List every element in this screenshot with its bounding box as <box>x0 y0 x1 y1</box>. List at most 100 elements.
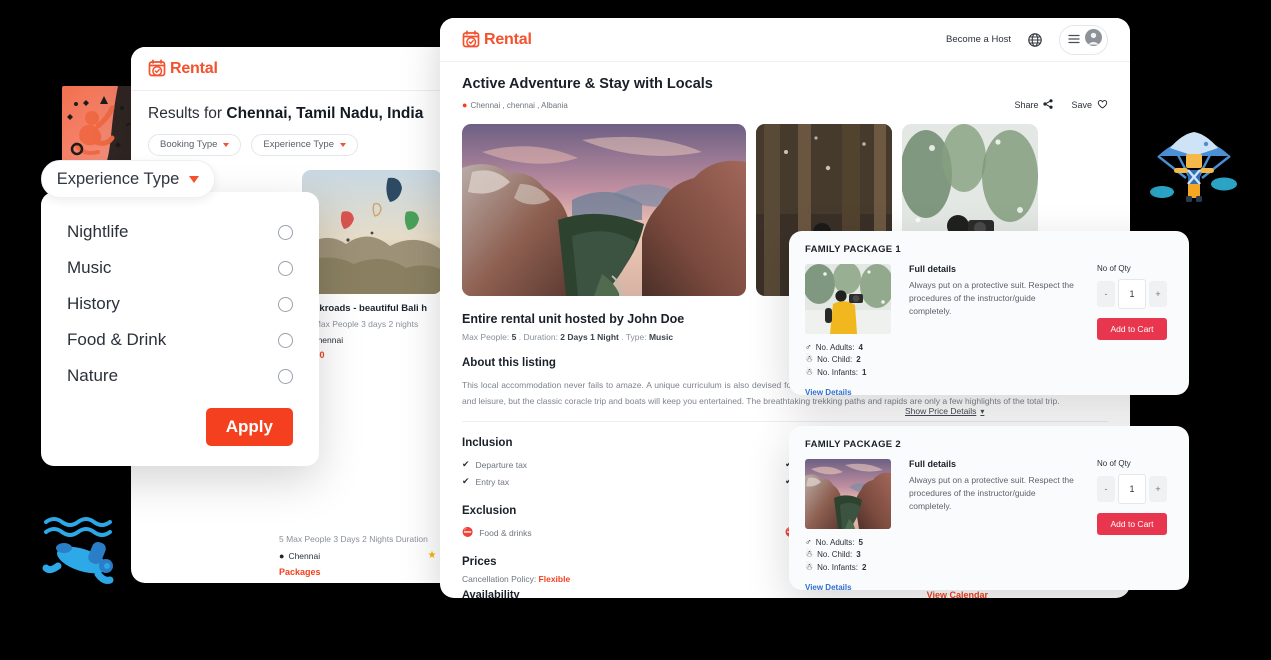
listing-location-label: Chennai , chennai , Albania <box>470 100 568 110</box>
quantity-stepper: - 1 + <box>1097 474 1173 504</box>
scuba-diver-illustration <box>40 508 130 590</box>
package-count-child: ☃ No. Child: 3 <box>805 548 891 561</box>
apply-button[interactable]: Apply <box>205 408 293 446</box>
divider <box>462 421 1108 423</box>
package-qty-block: No of Qty - 1 + Add to Cart <box>1097 459 1173 592</box>
calendar-check-icon <box>148 59 167 78</box>
radio-button-icon[interactable] <box>278 332 293 348</box>
inclusion-item: ✔ Entry tax <box>462 473 785 490</box>
infants-label: No. Infants: <box>817 368 858 377</box>
exclusion-item: ⛔ Food & drinks <box>462 524 785 541</box>
inclusion-item-label: Departure tax <box>475 459 528 470</box>
family-package-1-card: FAMILY PACKAGE 1 ♂ No. Adults: 4 ☃ No. C… <box>789 231 1189 397</box>
photographer-snow-photo <box>805 264 891 334</box>
listing-subrow: ● Chennai , chennai , Albania Share Save <box>462 99 1108 111</box>
result-packages-tag[interactable]: Packages <box>279 567 461 577</box>
package-details: Full details Always put on a protective … <box>909 459 1079 592</box>
qty-increment-button[interactable]: + <box>1149 281 1167 307</box>
user-avatar-icon[interactable] <box>1085 28 1102 51</box>
brand-logo[interactable]: Rental <box>462 30 532 49</box>
share-icon <box>1043 99 1054 111</box>
radio-button-icon[interactable] <box>278 224 293 240</box>
experience-option-nightlife[interactable]: Nightlife <box>67 214 293 250</box>
filter-row: Booking Type Experience Type <box>148 134 444 156</box>
experience-type-trigger[interactable]: Experience Type <box>41 160 215 198</box>
chevron-down-icon <box>189 175 200 183</box>
type-value: Music <box>648 332 674 342</box>
experience-option-food-drink[interactable]: Food & Drink <box>67 322 293 358</box>
inclusion-item: ✔ Departure tax <box>462 456 785 473</box>
filter-experience-type[interactable]: Experience Type <box>251 134 358 156</box>
adults-label: No. Adults: <box>815 342 855 352</box>
inclusion-item-label: Entry tax <box>475 476 510 487</box>
qty-value[interactable]: 1 <box>1118 474 1146 504</box>
duration-value: 2 Days 1 Night <box>560 332 619 342</box>
page-title: Results for Chennai, Tamil Nadu, India <box>148 105 444 123</box>
radio-button-icon[interactable] <box>278 260 293 276</box>
result-card-lower[interactable]: 5 Max People 3 Days 2 Nights Duration ● … <box>279 534 461 577</box>
apply-row: Apply <box>67 408 293 446</box>
radio-button-icon[interactable] <box>278 368 293 384</box>
top-nav: Become a Host <box>946 24 1108 55</box>
experience-option-history[interactable]: History <box>67 286 293 322</box>
package-left: ♂ No. Adults: 5 ☃ No. Child: 3 ☃ No. Infant… <box>805 459 891 592</box>
max-people-label: Max People: <box>462 332 512 342</box>
package-count-child: ☃ No. Child: 2 <box>805 353 891 366</box>
experience-option-music[interactable]: Music <box>67 250 293 286</box>
adults-value: 5 <box>858 537 863 547</box>
share-button[interactable]: Share <box>1014 99 1054 111</box>
qty-decrement-button[interactable]: - <box>1097 281 1115 307</box>
become-a-host-link[interactable]: Become a Host <box>946 34 1011 45</box>
share-label: Share <box>1014 100 1039 110</box>
save-button[interactable]: Save <box>1071 99 1108 111</box>
child-label: No. Child: <box>817 355 853 364</box>
cancellation-value: Flexible <box>538 574 571 585</box>
package-view-details-link[interactable]: View Details <box>805 583 891 592</box>
child-value: 3 <box>856 550 861 559</box>
parachute-skydiver-illustration <box>1148 122 1240 204</box>
child-value: 2 <box>856 355 861 364</box>
qty-label: No of Qty <box>1097 264 1131 273</box>
brand-logo[interactable]: Rental <box>148 59 218 78</box>
experience-option-label: History <box>67 294 120 313</box>
filter-booking-type[interactable]: Booking Type <box>148 134 242 156</box>
exclusion-item-label: Food & drinks <box>479 527 532 538</box>
globe-icon[interactable] <box>1028 32 1042 47</box>
adults-label: No. Adults: <box>815 537 855 547</box>
account-menu[interactable] <box>1059 24 1108 55</box>
adult-icon: ♂ <box>805 342 812 352</box>
star-icon: ★ <box>427 550 437 561</box>
filter-booking-type-label: Booking Type <box>160 139 218 150</box>
calendar-check-icon <box>462 30 481 49</box>
check-icon: ✔ <box>462 476 470 487</box>
package-count-adults: ♂ No. Adults: 5 <box>805 536 891 548</box>
infants-value: 1 <box>862 368 867 377</box>
infant-icon: ☃ <box>805 367 814 377</box>
result-card[interactable]: Backroads - beautiful Bali h 10 Max Peop… <box>302 170 442 360</box>
package-details-heading: Full details <box>909 264 957 274</box>
radio-button-icon[interactable] <box>278 296 293 312</box>
screenshot-stage: Rental Results for Chennai, Tamil Nadu, … <box>0 0 1271 660</box>
results-topbar: Rental <box>131 47 461 91</box>
gallery-image-main[interactable] <box>462 124 746 296</box>
qty-increment-button[interactable]: + <box>1149 476 1167 502</box>
show-price-details-toggle[interactable]: Show Price Details ▾ <box>905 406 984 416</box>
qty-decrement-button[interactable]: - <box>1097 476 1115 502</box>
package-count-infants: ☃ No. Infants: 2 <box>805 561 891 574</box>
qty-value[interactable]: 1 <box>1118 279 1146 309</box>
package-view-details-link[interactable]: View Details <box>805 388 891 397</box>
heart-icon <box>1097 99 1108 111</box>
add-to-cart-button[interactable]: Add to Cart <box>1097 318 1167 340</box>
infants-value: 2 <box>862 563 867 572</box>
experience-option-nature[interactable]: Nature <box>67 358 293 394</box>
exclusion-col-left: ⛔ Food & drinks <box>462 524 785 541</box>
kitesurfing-hills-photo <box>302 170 442 294</box>
result-meta: 10 Max People 3 days 2 nights <box>302 319 419 329</box>
hamburger-menu-icon[interactable] <box>1068 31 1080 49</box>
infants-label: No. Infants: <box>817 563 858 572</box>
listing-title: Active Adventure & Stay with Locals <box>462 76 713 92</box>
add-to-cart-button[interactable]: Add to Cart <box>1097 513 1167 535</box>
cancellation-label: Cancellation Policy: <box>462 574 539 585</box>
result-location: ● Chennai <box>302 335 442 345</box>
inclusion-col-left: ✔ Departure tax ✔ Entry tax <box>462 456 785 490</box>
